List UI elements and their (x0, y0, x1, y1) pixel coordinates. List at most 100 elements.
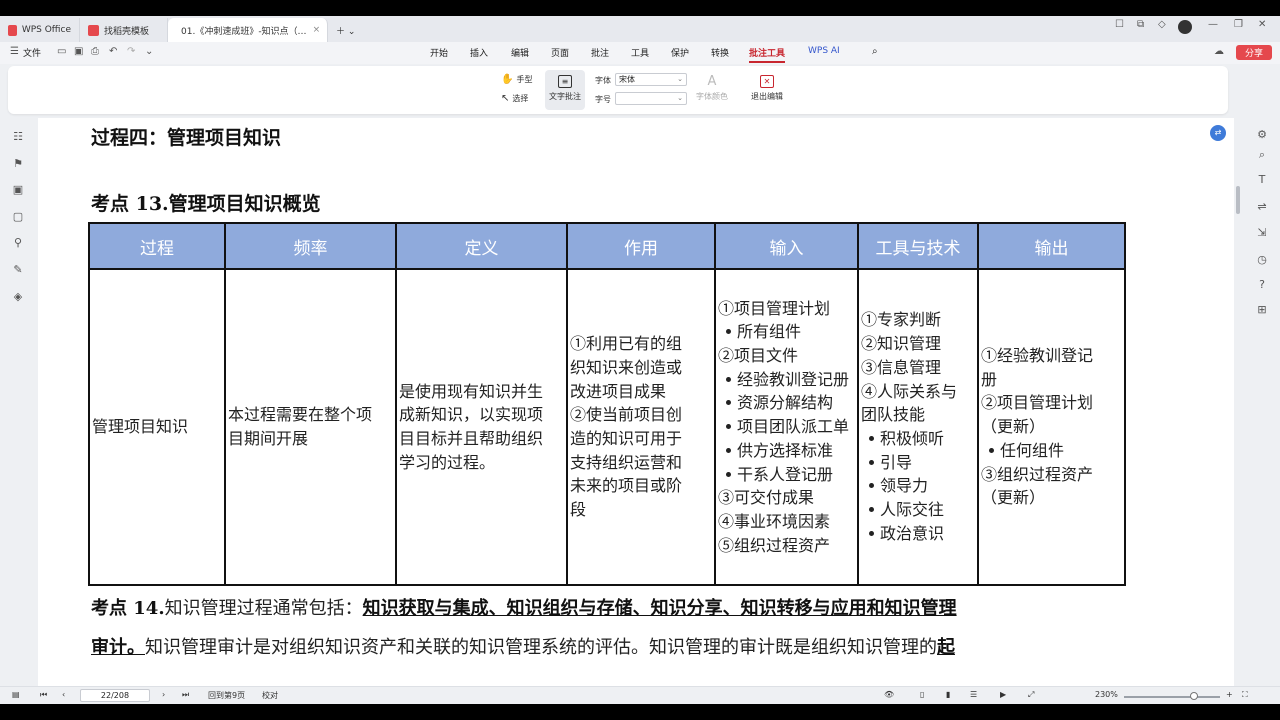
bottom-black-bar (0, 704, 1280, 720)
print-icon[interactable]: ⎙ (91, 46, 99, 57)
menu-wps-ai[interactable]: WPS AI (808, 46, 840, 56)
window-icon[interactable]: ⧉ (1137, 19, 1144, 30)
menu-tools[interactable]: 工具 (631, 46, 649, 59)
cube-icon[interactable]: ◇ (1158, 19, 1166, 30)
font-color-label: 字体颜色 (696, 92, 728, 101)
page-number-input[interactable]: 22/208 (80, 689, 150, 702)
layers-icon[interactable]: ◈ (11, 290, 25, 303)
text-annotation-button[interactable]: ≡ 文字批注 (545, 70, 585, 110)
floating-assistant-icon[interactable]: ⇄ (1210, 125, 1226, 141)
tab-wps-office[interactable]: WPS Office (0, 18, 80, 42)
close-tab-icon[interactable]: × (313, 25, 321, 35)
sliders-icon[interactable]: ⚙ (1255, 128, 1269, 141)
eye-icon[interactable]: 👁 (884, 690, 894, 699)
table-row: 管理项目知识 本过程需要在整个项 目期间开展 是使用现有知识并生 成新知识，以实… (88, 268, 1126, 586)
zoom-in-icon[interactable]: + (1226, 690, 1233, 699)
single-page-icon[interactable]: ▯ (920, 690, 924, 699)
tab-docer-templates[interactable]: 找稻壳模板 (80, 18, 168, 42)
fullscreen-icon[interactable]: ⛶ (1242, 690, 1248, 700)
purpose-line: 未来的项目或阶 (570, 476, 683, 496)
redo-icon[interactable]: ↷ (127, 46, 135, 57)
tab-current-document[interactable]: 01.《冲刺速成班》-知识点（… × (168, 18, 328, 42)
hamburger-icon[interactable]: ☰ (10, 46, 19, 57)
menu-annotation-tools[interactable]: 批注工具 (749, 46, 786, 63)
menu-start[interactable]: 开始 (430, 46, 448, 59)
minimize-icon[interactable]: — (1208, 19, 1218, 30)
section-14-intro: 知识管理过程通常包括： (164, 598, 363, 619)
fit-icon[interactable]: ⤢ (1028, 690, 1034, 700)
list-item: ③信息管理 (861, 356, 975, 380)
last-page-icon[interactable]: ⏭ (182, 690, 189, 700)
line2-bold-end: 起 (937, 637, 955, 658)
select-tool-button[interactable]: ↖ 选择 (501, 93, 528, 104)
undo-icon[interactable]: ↶ (109, 46, 117, 57)
prev-page-icon[interactable]: ‹ (62, 690, 65, 699)
avatar[interactable] (1178, 20, 1192, 34)
search-icon[interactable]: ⌕ (872, 46, 878, 57)
save-icon[interactable]: ▣ (74, 46, 83, 57)
first-page-icon[interactable]: ⏮ (40, 690, 47, 700)
menu-edit[interactable]: 编辑 (511, 46, 529, 59)
share-button[interactable]: 分享 (1236, 45, 1272, 60)
list-item: ②项目管理计划 (981, 391, 1122, 415)
list-item: ③可交付成果 (718, 486, 855, 510)
notify-icon[interactable]: ☐ (1115, 19, 1124, 30)
outline-icon[interactable]: ☷ (11, 130, 25, 143)
zoom-slider[interactable] (1124, 696, 1220, 698)
back-to-page-link[interactable]: 回到第9页 (208, 690, 245, 701)
list-item: 供方选择标准 (718, 439, 855, 463)
thumbnail-icon[interactable]: ▣ (11, 183, 25, 196)
vertical-scrollbar[interactable] (1236, 186, 1240, 214)
history-icon[interactable]: ◷ (1255, 253, 1269, 266)
sidebar-toggle-icon[interactable]: ▤ (12, 690, 20, 699)
cell-definition: 是使用现有知识并生 成新知识，以实现项 目目标并且帮助组织 学习的过程。 (395, 268, 568, 586)
text-tool-icon[interactable]: T (1255, 173, 1269, 186)
apps-icon[interactable]: ⊞ (1255, 303, 1269, 316)
menu-insert[interactable]: 插入 (470, 46, 488, 59)
list-item-text: ③可交付成果 (718, 488, 815, 508)
bookmark-icon[interactable]: ⚑ (11, 157, 25, 170)
line2-text: 知识管理审计是对组织知识资产和关联的知识管理系统的评估。知识管理的审计既是组织知… (145, 637, 937, 658)
cloud-icon[interactable]: ☁ (1214, 46, 1224, 57)
menu-page[interactable]: 页面 (551, 46, 569, 59)
proofread-button[interactable]: 校对 (262, 690, 278, 701)
list-item-text: ③信息管理 (861, 357, 942, 377)
zoom-slider-handle[interactable] (1190, 692, 1198, 700)
file-menu[interactable]: 文件 (23, 46, 41, 59)
next-page-icon[interactable]: › (162, 690, 165, 699)
open-icon[interactable]: ▭ (57, 46, 66, 57)
video-watermark: 我要上大教师 (1010, 664, 1142, 688)
attachment-icon[interactable]: ⚲ (11, 236, 25, 249)
signature-icon[interactable]: ✎ (11, 263, 25, 276)
document-page: 过程四：管理项目知识 考点 13.管理项目知识概览 过程 频率 定义 作用 输入… (38, 118, 1234, 686)
hand-tool-button[interactable]: ✋ 手型 (501, 74, 532, 85)
list-item-text: 引导 (880, 452, 913, 472)
list-item: ⑤组织过程资产 (718, 534, 855, 558)
font-color-button[interactable]: A 字体颜色 (690, 70, 734, 110)
comment-icon[interactable]: ▢ (11, 210, 25, 223)
zoom-level[interactable]: 230% (1095, 690, 1118, 699)
zoom-icon[interactable]: ⌕ (1255, 148, 1269, 162)
cell-tools: ①专家判断 ②知识管理 ③信息管理 ④人际关系与 团队技能 积极倾听 引导 领导力 人际交往 政治… (857, 268, 979, 586)
menu-annotate[interactable]: 批注 (591, 46, 609, 59)
double-page-icon[interactable]: ▮ (946, 690, 950, 699)
close-window-icon[interactable]: ✕ (1258, 19, 1266, 30)
font-size-select[interactable]: ⌄ (615, 92, 687, 105)
bullet-icon (726, 329, 731, 335)
play-icon[interactable]: ▶ (1000, 690, 1006, 699)
font-select[interactable]: 宋体 ⌄ (615, 73, 687, 86)
menu-convert[interactable]: 转换 (711, 46, 729, 59)
exit-edit-button[interactable]: ✕ 退出编辑 (745, 70, 789, 110)
help-icon[interactable]: ? (1255, 278, 1269, 291)
translate-icon[interactable]: ⇌ (1255, 200, 1269, 213)
menu-protect[interactable]: 保护 (671, 46, 689, 59)
list-item: 所有组件 (718, 320, 855, 344)
restore-icon[interactable]: ❐ (1234, 19, 1243, 30)
more-icon[interactable]: ⌄ (145, 46, 153, 57)
continuous-icon[interactable]: ☰ (970, 690, 977, 699)
process-text: 管理项目知识 (92, 417, 189, 437)
new-tab-button[interactable]: ＋ ⌄ (328, 18, 356, 42)
purpose-line: 支持组织运营和 (570, 452, 683, 472)
export-icon[interactable]: ⇲ (1255, 226, 1269, 239)
definition-line: 成新知识，以实现项 (399, 405, 544, 425)
